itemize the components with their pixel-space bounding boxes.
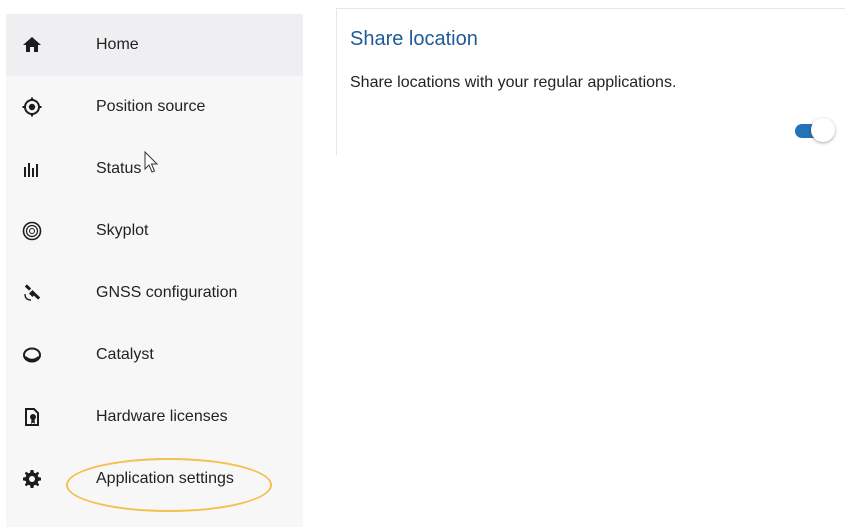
toggle-knob [811, 118, 835, 142]
sidebar-item-label: Hardware licenses [96, 408, 228, 425]
sidebar-item-label: Skyplot [96, 222, 149, 239]
skyplot-icon [22, 221, 42, 241]
sidebar: Home Position source Status Skyplot GNSS [6, 14, 303, 527]
sidebar-item-hardware-licenses[interactable]: Hardware licenses [6, 386, 303, 448]
sidebar-item-skyplot[interactable]: Skyplot [6, 200, 303, 262]
sidebar-item-label: Application settings [96, 470, 234, 487]
bar-chart-icon [22, 159, 42, 179]
catalyst-icon [22, 345, 42, 365]
share-location-toggle[interactable] [793, 116, 837, 146]
sidebar-item-label: GNSS configuration [96, 284, 238, 301]
sidebar-item-label: Home [96, 36, 139, 53]
sidebar-item-position-source[interactable]: Position source [6, 76, 303, 138]
target-icon [22, 97, 42, 117]
sidebar-item-catalyst[interactable]: Catalyst [6, 324, 303, 386]
sidebar-item-home[interactable]: Home [6, 14, 303, 76]
sidebar-item-label: Position source [96, 98, 206, 115]
section-description: Share locations with your regular applic… [350, 74, 677, 91]
gear-icon [22, 469, 42, 489]
app-root: Home Position source Status Skyplot GNSS [0, 0, 845, 527]
sidebar-item-label: Catalyst [96, 346, 154, 363]
sidebar-item-status[interactable]: Status [6, 138, 303, 200]
section-title: Share location [350, 28, 478, 50]
sidebar-item-application-settings[interactable]: Application settings [6, 448, 303, 510]
license-icon [22, 407, 42, 427]
share-location-card: Share location Share locations with your… [336, 8, 845, 155]
sidebar-item-label: Status [96, 160, 142, 177]
home-icon [22, 35, 42, 55]
sidebar-item-gnss-configuration[interactable]: GNSS configuration [6, 262, 303, 324]
satellite-icon [22, 283, 42, 303]
